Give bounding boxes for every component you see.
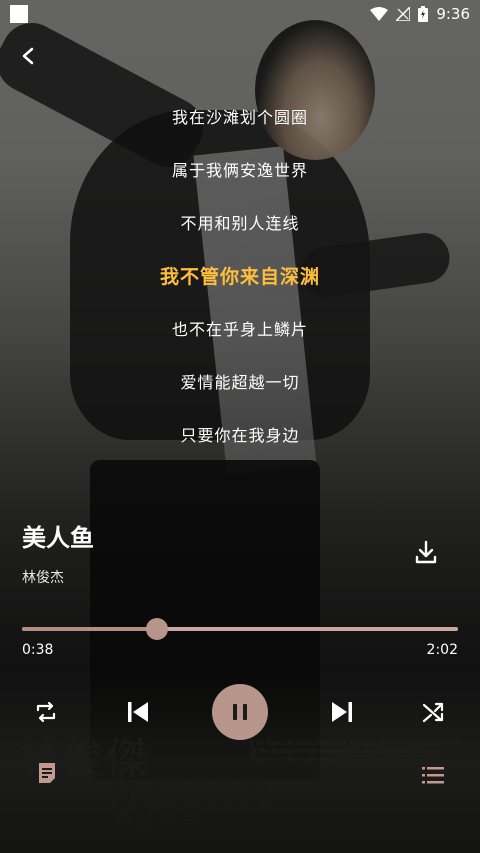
lyric-line: 不用和别人连线 [180,214,300,233]
repeat-icon [36,701,56,723]
total-time: 2:02 [426,642,458,658]
progress-fill [22,627,158,631]
play-pause-button[interactable] [212,684,268,740]
battery-icon [418,6,429,22]
lyric-line-active: 我不管你来自深渊 [159,266,320,288]
repeat-button[interactable] [30,696,62,728]
shuffle-icon [422,702,444,723]
progress-slider[interactable] [22,618,458,640]
album-art-subtitle: 第JJ天堂 [112,804,204,828]
lyrics-notes-icon [39,763,55,783]
lyrics-notes-button[interactable] [34,760,60,786]
shuffle-button[interactable] [418,696,450,728]
song-artist[interactable]: 林俊杰 [22,567,64,587]
playlist-button[interactable] [418,760,448,790]
lyric-line: 只要你在我身边 [180,426,300,445]
download-button[interactable] [410,536,442,568]
wifi-icon [370,7,389,21]
status-time: 9:36 [436,5,470,23]
pause-icon [233,704,247,720]
next-button[interactable] [324,694,360,730]
skip-previous-icon [128,702,148,722]
status-bar: 9:36 [0,0,480,28]
lyric-line: 也不在乎身上鳞片 [171,320,308,339]
progress-thumb[interactable] [146,618,169,640]
playlist-icon [422,767,444,784]
download-icon [415,540,437,564]
current-time: 0:38 [22,642,54,658]
song-title: 美人鱼 [22,524,94,552]
previous-button[interactable] [120,694,156,730]
lyrics-panel[interactable]: 我在沙滩划个圆圈 属于我俩安逸世界 不用和别人连线 我不管你来自深渊 也不在乎身… [0,100,480,471]
notification-icon [10,5,28,23]
lyric-line: 属于我俩安逸世界 [171,161,308,180]
signal-icon [396,7,411,21]
skip-next-icon [332,702,352,722]
lyric-line: 我在沙滩划个圆圈 [171,108,308,127]
back-arrow-icon[interactable] [18,46,38,70]
lyric-line: 爱情能超越一切 [180,373,300,392]
